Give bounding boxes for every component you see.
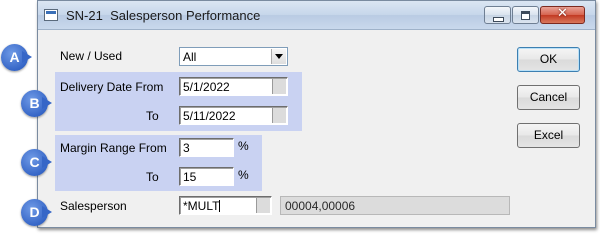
salesperson-field[interactable]: *MULT: [179, 196, 272, 215]
excel-button[interactable]: Excel: [517, 123, 580, 148]
window-title: SN-21 Salesperson Performance: [66, 8, 261, 23]
delivery-from-field[interactable]: 5/1/2022: [179, 77, 288, 96]
delivery-to-picker[interactable]: [272, 108, 286, 123]
ok-button[interactable]: OK: [517, 47, 580, 72]
maximize-icon: [521, 11, 530, 20]
callout-b: B: [21, 90, 52, 117]
callout-c: C: [21, 149, 52, 176]
close-button[interactable]: ✕: [540, 6, 585, 24]
callout-a: A: [1, 44, 32, 71]
margin-to-field[interactable]: 15: [179, 167, 234, 186]
margin-to-label: To: [146, 170, 159, 184]
margin-from-percent: %: [238, 139, 249, 153]
cancel-button[interactable]: Cancel: [517, 85, 580, 110]
app-window-icon: [44, 9, 58, 21]
new-used-label: New / Used: [60, 49, 123, 63]
margin-from-field[interactable]: 3: [179, 138, 234, 157]
minimize-button[interactable]: [484, 6, 511, 24]
maximize-button[interactable]: [512, 6, 539, 24]
delivery-to-label: To: [146, 109, 159, 123]
delivery-from-label: Delivery Date From: [60, 80, 164, 94]
callout-d-letter: D: [29, 204, 40, 220]
chevron-down-icon[interactable]: [271, 49, 286, 64]
callout-b-letter: B: [29, 95, 40, 111]
minimize-icon: [493, 17, 504, 22]
new-used-select[interactable]: All: [179, 47, 288, 66]
close-icon: ✕: [557, 6, 568, 21]
margin-to-value: 15: [183, 170, 197, 184]
delivery-to-field[interactable]: 5/11/2022: [179, 106, 288, 125]
title-bar[interactable]: SN-21 Salesperson Performance ✕: [38, 1, 595, 30]
callout-c-letter: C: [29, 154, 40, 170]
delivery-from-picker[interactable]: [272, 79, 286, 94]
delivery-to-value: 5/11/2022: [183, 109, 236, 123]
new-used-value: All: [183, 50, 197, 64]
margin-from-label: Margin Range From: [60, 141, 167, 155]
salesperson-list-display: 00004,00006: [280, 196, 510, 215]
delivery-from-value: 5/1/2022: [183, 80, 230, 94]
callout-a-letter: A: [9, 49, 20, 65]
salesperson-label: Salesperson: [60, 199, 127, 213]
text-caret: [219, 200, 221, 212]
margin-from-value: 3: [183, 141, 190, 155]
salesperson-list-value: 00004,00006: [285, 199, 356, 213]
callout-d: D: [21, 199, 52, 226]
dialog-window: SN-21 Salesperson Performance ✕ New / Us…: [37, 0, 596, 228]
margin-to-percent: %: [238, 168, 249, 182]
salesperson-value: *MULT: [183, 199, 220, 213]
salesperson-lookup[interactable]: [256, 198, 270, 213]
